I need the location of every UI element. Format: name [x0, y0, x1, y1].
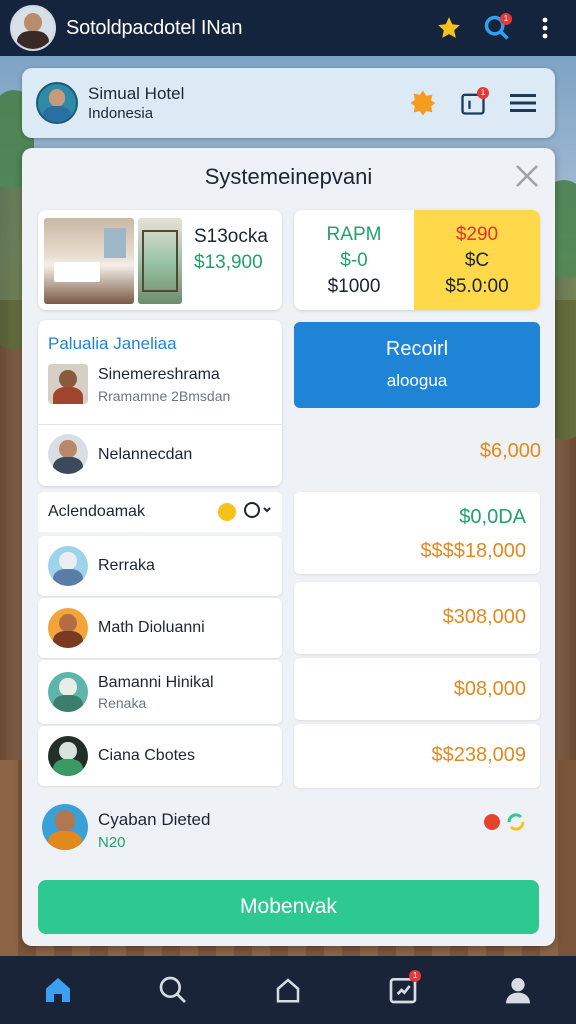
guest-section-title: Palualia Janeliaa — [48, 334, 177, 353]
guest2-name[interactable]: Nelannecdan — [98, 446, 192, 464]
amount-value: $$$$18,000 — [420, 540, 526, 562]
search-notification-badge: 1 — [500, 13, 512, 25]
amount-value: $308,000 — [442, 606, 526, 628]
rate-col2-total: $5.0:00 — [445, 276, 509, 297]
list-item[interactable]: Math Dioluanni — [38, 598, 282, 658]
list-item-name: Ciana Cbotes — [98, 747, 195, 764]
room-card[interactable]: S13ocka $13,900 — [38, 210, 282, 310]
main-panel: Systemeinepvani S13ocka $13,900 RAPM $-0… — [22, 148, 555, 946]
list-item-subtitle: Renaka — [98, 694, 147, 711]
nav-search-icon[interactable] — [151, 968, 195, 1012]
list-header-title: Aclendoamak — [48, 503, 145, 520]
list-item-name: Math Dioluanni — [98, 619, 205, 636]
rate-col1-value: $-0 — [340, 250, 368, 271]
hotel-header-card: Simual Hotel Indonesia 1 — [22, 68, 555, 138]
rate-col2-value: $C — [464, 250, 490, 271]
search-icon[interactable]: 1 — [480, 11, 514, 45]
amount-card[interactable]: $308,000 — [294, 582, 540, 654]
amount-card[interactable]: $$238,009 — [294, 724, 540, 788]
nav-bookings-icon[interactable]: 1 — [381, 968, 425, 1012]
hotel-avatar — [36, 82, 78, 124]
footer-user-subtitle: N20 — [98, 834, 126, 851]
footer-user-avatar[interactable] — [42, 804, 88, 850]
list-item[interactable]: Ciana Cbotes — [38, 726, 282, 786]
guest-section-card: Palualia Janeliaa Sinemereshrama Rramamn… — [38, 320, 282, 486]
list-item-avatar — [48, 736, 88, 776]
guest1-avatar — [48, 364, 88, 404]
top-bar: Sotoldpacdotel INan 1 — [0, 0, 576, 56]
amount-guest: $6,000 — [479, 440, 541, 462]
user-avatar[interactable] — [10, 5, 56, 51]
amount-value: $0,0DA — [459, 506, 526, 528]
rates-card[interactable]: RAPM $-0 $1000 $290 $C $5.0:00 — [294, 210, 540, 310]
close-icon[interactable] — [513, 162, 541, 190]
amount-value: $$238,009 — [431, 744, 526, 766]
nav-bookings-badge: 1 — [409, 970, 422, 982]
refresh-icon[interactable] — [504, 810, 528, 839]
more-menu-icon[interactable] — [528, 11, 562, 45]
report-button-line2: aloogua — [386, 371, 448, 390]
rate-col2-header: $290 — [455, 224, 499, 245]
list-item[interactable]: Bamanni Hinikal Renaka — [38, 660, 282, 724]
amount-card[interactable]: $08,000 — [294, 658, 540, 720]
list-item-name: Bamanni Hinikal — [98, 673, 214, 691]
footer-user-name: Cyaban Dieted — [98, 810, 211, 829]
primary-action-button[interactable]: Mobenvak — [38, 880, 539, 934]
hotel-name: Simual Hotel — [88, 84, 185, 103]
panel-title: Systemeinepvani — [204, 164, 373, 189]
guest1-subtitle: Rramamne 2Bmsdan — [98, 388, 231, 404]
room-photo-bedroom — [44, 218, 134, 304]
bookings-badge: 1 — [477, 87, 489, 99]
list-item[interactable]: Rerraka — [38, 536, 282, 596]
filter-icon[interactable] — [244, 501, 272, 524]
divider — [38, 424, 282, 425]
room-price: $13,900 — [194, 252, 263, 273]
amount-value: $08,000 — [453, 678, 526, 700]
report-button-line1: Recoirl — [385, 338, 449, 360]
report-button[interactable]: Recoirl aloogua — [294, 322, 540, 408]
hotel-location: Indonesia — [88, 105, 154, 122]
app-title: Sotoldpacdotel INan — [66, 16, 243, 39]
room-photo-window — [138, 218, 182, 304]
hamburger-menu-icon[interactable] — [505, 85, 541, 121]
nav-house-icon[interactable] — [266, 968, 310, 1012]
list-header: Aclendoamak — [38, 492, 282, 532]
deal-icon[interactable] — [405, 85, 441, 121]
guest1-name[interactable]: Sinemereshrama — [98, 366, 220, 384]
rate-col1-total: $1000 — [327, 276, 381, 297]
list-item-avatar — [48, 546, 88, 586]
bottom-navigation: 1 — [0, 956, 576, 1024]
star-icon[interactable] — [432, 11, 466, 45]
bookings-icon[interactable]: 1 — [455, 85, 491, 121]
list-item-avatar — [48, 608, 88, 648]
rate-col1-header: RAPM — [326, 224, 382, 245]
guest2-avatar — [48, 434, 88, 474]
list-item-avatar — [48, 672, 88, 712]
alert-dot-icon[interactable] — [484, 814, 500, 830]
list-item-name: Rerraka — [98, 557, 155, 574]
room-name: S13ocka — [194, 226, 268, 247]
amount-card[interactable]: $0,0DA $$$$18,000 — [294, 492, 540, 574]
coin-icon[interactable] — [218, 503, 236, 521]
nav-home-icon[interactable] — [36, 968, 80, 1012]
nav-profile-icon[interactable] — [496, 968, 540, 1012]
